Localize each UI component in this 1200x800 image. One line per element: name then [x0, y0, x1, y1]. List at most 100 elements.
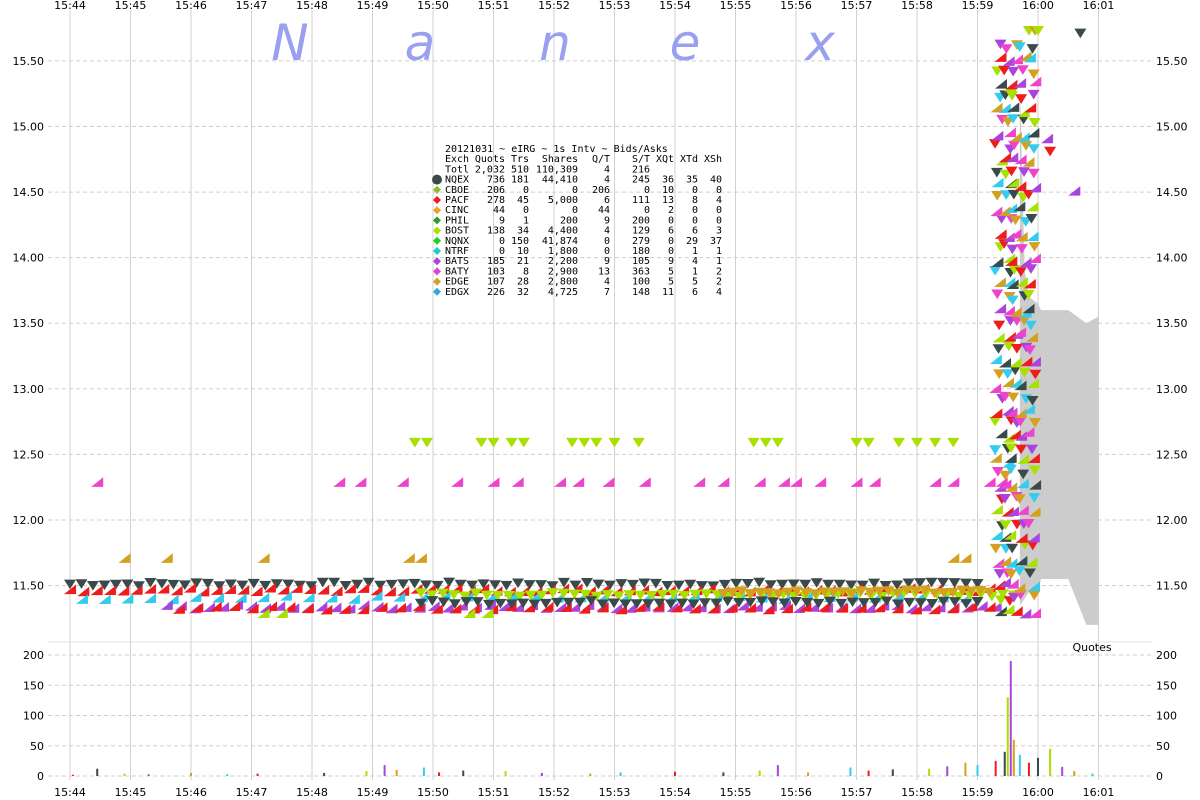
legend-swatch	[433, 287, 441, 296]
quote-mark-bost	[578, 437, 591, 448]
quote-mark-bost	[608, 437, 621, 448]
quote-mark-nqex	[684, 579, 697, 590]
spike-mark-pacf	[990, 408, 1003, 419]
legend-cell: 148	[632, 287, 650, 298]
quote-mark-bost	[771, 437, 784, 448]
volume-tick-right: 200	[1156, 649, 1177, 662]
quote-mark-baty	[333, 477, 346, 487]
price-tick-left: 13.00	[13, 383, 45, 396]
spike-mark-baty	[1000, 44, 1013, 54]
volume-bar	[462, 770, 465, 776]
spike-mark-bats	[1024, 264, 1037, 274]
quote-mark-baty	[602, 477, 615, 487]
volume-bar	[776, 765, 779, 776]
spike-mark-baty	[1015, 244, 1028, 254]
price-tick-right: 13.00	[1156, 383, 1188, 396]
quote-mark-baty	[947, 477, 960, 487]
quote-mark-edge	[947, 553, 960, 563]
legend-cell: 32	[517, 287, 529, 298]
spike-mark-edge	[993, 277, 1006, 288]
quote-mark-bost	[911, 437, 923, 448]
volume-bar	[758, 770, 761, 776]
quote-mark-bost	[747, 437, 760, 448]
watermark-letter: e	[670, 14, 701, 72]
quote-mark-baty	[717, 477, 730, 487]
time-tick-top: 15:52	[538, 0, 570, 12]
spike-mark-edge	[990, 102, 1003, 113]
time-tick-bottom: 15:53	[599, 786, 631, 799]
quote-mark-baty	[814, 477, 827, 487]
volume-bar	[147, 774, 150, 776]
price-tick-right: 12.50	[1156, 448, 1188, 461]
legend-swatch	[433, 216, 441, 225]
time-tick-top: 15:58	[901, 0, 933, 12]
volume-tick-right: 150	[1156, 679, 1177, 692]
legend-swatch	[433, 267, 441, 276]
legend-swatch	[433, 185, 441, 194]
quote-mark-nqex	[460, 597, 473, 607]
price-tick-left: 11.50	[13, 580, 45, 593]
spike-mark-bats	[1018, 167, 1031, 177]
volume-tick-left: 200	[23, 649, 44, 662]
quote-mark-nqex	[489, 580, 502, 590]
volume-bar	[504, 771, 507, 776]
spike-mark-edgx	[991, 177, 1004, 188]
legend-cell: 226	[487, 287, 505, 298]
spike-mark-pacf	[1005, 79, 1018, 90]
time-tick-top: 16:00	[1022, 0, 1054, 12]
time-tick-top: 15:49	[357, 0, 389, 12]
spike-mark-edgx	[990, 530, 1003, 541]
grid	[48, 10, 1152, 780]
quote-mark-baty	[451, 477, 464, 487]
quote-mark-baty	[777, 477, 790, 487]
time-tick-bottom: 15:44	[54, 786, 86, 799]
quote-mark-bost	[517, 437, 530, 448]
spike-mark-nqex	[995, 428, 1008, 439]
price-tick-left: 14.00	[13, 252, 45, 265]
volume-bar	[674, 771, 676, 776]
spike-mark-baty	[992, 558, 1005, 568]
quote-marks	[64, 26, 1087, 619]
volume-bar	[619, 772, 622, 776]
quote-mark-bost	[566, 437, 579, 448]
volume-bar	[96, 768, 99, 776]
spike-mark-bost	[1026, 201, 1039, 212]
spike-mark-pacf	[994, 229, 1007, 239]
spike-mark-edge	[991, 191, 1004, 201]
spike-mark-bats	[991, 130, 1004, 141]
price-tick-left: 13.50	[13, 317, 45, 330]
quote-mark-bost	[487, 437, 500, 448]
spike-mark-baty	[989, 383, 1002, 393]
volume-bars	[72, 661, 1094, 776]
quote-mark-baty	[572, 477, 585, 487]
volume-bar	[540, 772, 543, 776]
quote-mark-bost	[475, 437, 488, 448]
volume-bar	[849, 767, 852, 776]
volume-tick-left: 50	[30, 740, 44, 753]
time-tick-top: 15:56	[780, 0, 812, 12]
time-tick-bottom: 15:47	[236, 786, 268, 799]
quote-mark-baty	[868, 477, 881, 487]
volume-tick-left: 150	[23, 679, 44, 692]
quote-mark-edgx	[98, 594, 111, 604]
quote-mark-baty	[693, 477, 706, 487]
quote-mark-pacf	[283, 601, 296, 612]
spike-mark-edge	[1007, 392, 1020, 403]
quote-mark-nqex	[869, 598, 882, 608]
price-tick-right: 15.50	[1156, 55, 1188, 68]
spike-mark-nqex	[992, 344, 1005, 354]
volume-bar	[395, 769, 398, 776]
watermark-letter: N	[271, 14, 308, 72]
quote-mark-bost	[408, 437, 421, 448]
time-tick-bottom: 15:52	[538, 786, 570, 799]
quote-mark-baty	[753, 477, 766, 487]
time-tick-bottom: 15:56	[780, 786, 812, 799]
quote-mark-nqex	[608, 598, 621, 609]
price-tick-right: 13.50	[1156, 317, 1188, 330]
spike-mark-nqex	[994, 79, 1007, 89]
price-tick-left: 12.50	[13, 448, 45, 461]
volume-tick-left: 100	[23, 710, 44, 723]
volume-tick-left: 0	[37, 770, 44, 783]
volume-bar	[1006, 697, 1009, 776]
quote-mark-pacf	[277, 584, 290, 595]
